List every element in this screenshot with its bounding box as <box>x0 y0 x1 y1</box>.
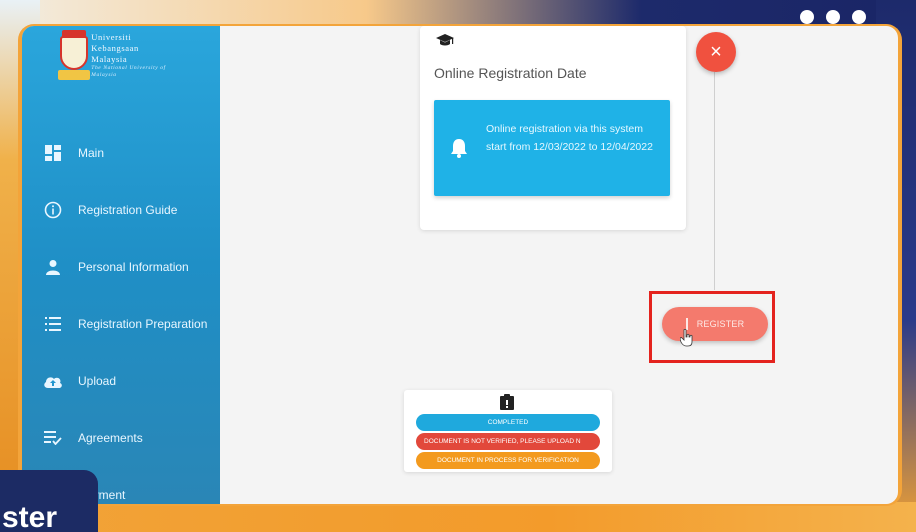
sidebar-item-registration-preparation[interactable]: Registration Preparation <box>22 295 220 352</box>
checklist-icon <box>42 429 64 447</box>
card-title: Online Registration Date <box>434 65 587 81</box>
overlay-caption: ster <box>0 470 98 532</box>
timeline-line <box>714 72 715 290</box>
university-logo: Universiti Kebangsaan Malaysia The Natio… <box>58 30 178 94</box>
sidebar-item-label: Upload <box>78 373 117 388</box>
window-dot <box>800 10 814 24</box>
status-legend-card: COMPLETED DOCUMENT IS NOT VERIFIED, PLEA… <box>404 390 612 472</box>
registration-info-box: Online registration via this system star… <box>434 100 670 196</box>
university-name-line1: Universiti <box>91 32 132 42</box>
registration-date-card: Online Registration Date Online registra… <box>420 26 686 230</box>
clipboard-icon <box>500 394 514 415</box>
sidebar-item-main[interactable]: Main <box>22 124 220 181</box>
register-button-label: REGISTER <box>696 319 745 329</box>
sidebar-item-registration-guide[interactable]: Registration Guide <box>22 181 220 238</box>
university-tagline: The National University of Malaysia <box>91 65 166 78</box>
background-bottom-band <box>0 502 916 532</box>
sidebar-item-label: Registration Guide <box>78 202 178 217</box>
sidebar-item-label: Main <box>78 145 105 160</box>
university-name-line3: Malaysia <box>91 54 128 64</box>
status-not-verified-badge: DOCUMENT IS NOT VERIFIED, PLEASE UPLOAD … <box>416 433 600 450</box>
dashboard-icon <box>42 144 64 162</box>
university-name-line2: Kebangsaan <box>91 43 139 53</box>
bell-icon <box>450 138 468 163</box>
window-dot <box>826 10 840 24</box>
window-dots <box>800 10 866 24</box>
sidebar-item-label: Personal Information <box>78 259 189 274</box>
sidebar-item-label: Registration Preparation <box>78 316 208 331</box>
info-circle-icon <box>42 201 64 219</box>
hand-cursor-icon <box>679 328 694 352</box>
sidebar-item-agreements[interactable]: Agreements <box>22 409 220 466</box>
window-dot <box>852 10 866 24</box>
university-name: Universiti Kebangsaan Malaysia The Natio… <box>91 30 178 94</box>
graduation-cap-icon <box>436 34 454 53</box>
sidebar-item-upload[interactable]: Upload <box>22 352 220 409</box>
list-icon <box>42 315 64 333</box>
sidebar-item-label: Agreements <box>78 430 143 445</box>
cloud-upload-icon <box>42 372 64 390</box>
app-screen: Universiti Kebangsaan Malaysia The Natio… <box>22 26 898 504</box>
close-button[interactable]: × <box>696 32 736 72</box>
overlay-caption-text: ster <box>2 501 58 532</box>
person-icon <box>42 258 64 276</box>
close-icon: × <box>710 40 722 63</box>
sidebar-menu: Main Registration Guide Personal Informa… <box>22 124 220 504</box>
register-button[interactable]: REGISTER <box>662 307 768 341</box>
crest-icon <box>58 30 90 90</box>
registration-message: Online registration via this system star… <box>486 123 653 153</box>
status-completed-badge: COMPLETED <box>416 414 600 431</box>
sidebar-item-personal-information[interactable]: Personal Information <box>22 238 220 295</box>
status-in-process-badge: DOCUMENT IN PROCESS FOR VERIFICATION <box>416 452 600 469</box>
sidebar: Universiti Kebangsaan Malaysia The Natio… <box>22 26 220 504</box>
